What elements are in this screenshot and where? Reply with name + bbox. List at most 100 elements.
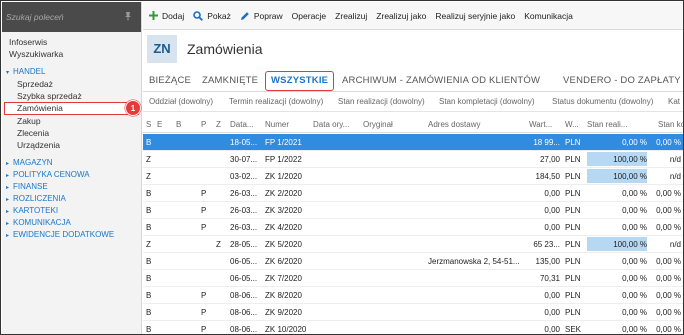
column-header[interactable]: W... <box>565 120 583 129</box>
cell-p: P <box>201 223 207 232</box>
sidebar-item[interactable]: Infoserwis <box>2 36 141 48</box>
table-row[interactable]: Z 30-07... FP 1/2022 27,00 PLN 100,00 % n/d <box>143 151 683 168</box>
communication-button[interactable]: Komunikacja <box>524 11 573 21</box>
column-header[interactable]: Data ory... <box>313 120 359 129</box>
sidebar-item[interactable]: ▸ KOMUNIKACJA <box>2 217 141 229</box>
cell-val: 0,00 <box>544 189 560 198</box>
column-header[interactable]: P <box>201 120 211 129</box>
sidebar-item[interactable]: Sprzedaż <box>2 78 141 90</box>
column-header[interactable]: Z <box>216 120 226 129</box>
add-button[interactable]: Dodaj <box>149 11 184 21</box>
tab-bar: BIEŻĄCE ZAMKNIĘTE WSZYSTKIE ARCHIWUM - ZAMÓ… <box>143 67 683 92</box>
tab-item[interactable]: ZAMKNIĘTE <box>202 71 258 91</box>
cell-s: Z <box>146 240 151 249</box>
fix-button[interactable]: Popraw <box>240 11 283 21</box>
column-header[interactable]: Data... <box>230 120 262 129</box>
table-row[interactable]: B P 08-06... ZK 8/2020 0,00 PLN 0,00 % 0,00 % <box>143 287 683 304</box>
operations-button[interactable]: Operacje <box>292 11 327 21</box>
sidebar-item-label: MAGAZYN <box>13 158 53 167</box>
column-header[interactable]: B <box>176 120 186 129</box>
sidebar-item[interactable]: ▸ MAGAZYN <box>2 157 141 169</box>
table-row[interactable]: B P 08-06... ZK 9/2020 0,00 PLN 0,00 % 0,00 % <box>143 304 683 321</box>
table-row[interactable]: Z 03-02... ZK 1/2020 184,50 PLN 100,00 % n/d <box>143 168 683 185</box>
sidebar-item[interactable]: ▸ KARTOTEKI <box>2 205 141 217</box>
tab-item[interactable]: VENDERO - DO ZAPŁATY <box>563 71 681 91</box>
tab-item[interactable]: BIEŻĄCE <box>149 71 191 91</box>
filter-dropdown[interactable]: Stan kompletacji (dowolny) <box>439 97 535 106</box>
column-header[interactable]: E <box>157 120 167 129</box>
cell-real: 100,00 % <box>613 240 647 249</box>
column-header[interactable]: Stan reali... <box>587 120 645 129</box>
column-header[interactable]: Adres dostawy <box>428 120 518 129</box>
column-header[interactable]: Stan kom... <box>658 120 683 129</box>
sidebar-item[interactable]: Szybka sprzedaż <box>2 90 141 102</box>
sidebar-item[interactable]: Wyszukiwarka <box>2 48 141 60</box>
table-row[interactable]: B P 26-03... ZK 4/2020 0,00 PLN 0,00 % 0,00 % <box>143 219 683 236</box>
table-row[interactable]: B P 26-03... ZK 3/2020 0,00 PLN 0,00 % 0,00 % <box>143 202 683 219</box>
magnifier-icon <box>193 10 204 21</box>
realize-label: Zrealizuj <box>335 10 368 21</box>
table-row[interactable]: B P 08-06... ZK 10/2020 0,00 SEK 0,00 % 0,00 % <box>143 321 683 334</box>
cell-s: B <box>146 291 152 300</box>
sidebar-item[interactable]: Urządzenia <box>2 139 141 151</box>
cell-num: ZK 3/2020 <box>265 206 302 215</box>
pin-icon[interactable] <box>123 11 133 21</box>
sidebar-item[interactable]: ▾ HANDEL <box>2 66 141 78</box>
search-input[interactable] <box>6 9 124 25</box>
column-header[interactable]: Oryginał <box>363 120 423 129</box>
cell-addr: Jerzmanowska 2, 54-51... <box>428 257 520 266</box>
filter-dropdown[interactable]: Oddział (dowolny) <box>149 97 213 106</box>
cell-real: 0,00 % <box>622 223 647 232</box>
cell-s: B <box>146 223 152 232</box>
table-row[interactable]: B 18-05... FP 1/2021 18 99... PLN 0,00 % 0,00 … <box>143 134 683 151</box>
cell-comp: 0,00 % <box>656 257 681 266</box>
sidebar-item[interactable]: Zamówienia <box>4 102 139 115</box>
filter-dropdown[interactable]: Termin realizacji (dowolny) <box>229 97 323 106</box>
table-row[interactable]: Z Z 28-05... ZK 5/2020 65 23... PLN 100,00 % n/… <box>143 236 683 253</box>
sidebar-item[interactable]: ▸ POLITYKA CENOWA <box>2 169 141 181</box>
cell-real: 0,00 % <box>622 291 647 300</box>
filter-dropdown[interactable]: Stan realizacji (dowolny) <box>338 97 425 106</box>
realize-button[interactable]: Zrealizuj <box>335 11 367 21</box>
realize-as-button[interactable]: Zrealizuj jako <box>376 11 426 21</box>
cell-date: 28-05... <box>230 240 258 249</box>
sidebar-item[interactable]: Zlecenia <box>2 127 141 139</box>
cell-val: 0,00 <box>544 223 560 232</box>
cell-cur: PLN <box>565 189 581 198</box>
sidebar-item-label: ROZLICZENIA <box>13 194 66 203</box>
cell-p: P <box>201 189 207 198</box>
filter-dropdown[interactable]: Kat <box>668 97 680 106</box>
cell-num: ZK 2/2020 <box>265 189 302 198</box>
cell-val: 0,00 <box>544 291 560 300</box>
table-row[interactable]: B 06-05... ZK 6/2020 Jerzmanowska 2, 54-51.… <box>143 253 683 270</box>
filter-dropdown[interactable]: Status dokumentu (dowolny) <box>552 97 653 106</box>
caret-right-icon: ▸ <box>6 233 10 239</box>
cell-val: 135,00 <box>535 257 560 266</box>
realize-serial-button[interactable]: Realizuj seryjnie jako <box>435 11 515 21</box>
cell-real: 0,00 % <box>622 325 647 334</box>
toolbar: Dodaj Pokaż Popraw Operacje Zrealizuj Zr… <box>143 2 683 30</box>
sidebar-item-label: FINANSE <box>13 182 48 191</box>
column-header[interactable]: Wart... <box>529 120 557 129</box>
cell-real: 100,00 % <box>613 155 647 164</box>
table-row[interactable]: B 06-05... ZK 7/2020 70,31 PLN 0,00 % 0,00 % <box>143 270 683 287</box>
sidebar-nav: Infoserwis Wyszukiwarka ▾ HANDEL Sprzedaż Szy… <box>2 32 141 241</box>
column-header[interactable]: S <box>146 120 156 129</box>
sidebar-item[interactable]: ▸ FINANSE <box>2 181 141 193</box>
cell-cur: PLN <box>565 257 581 266</box>
tab-item[interactable]: WSZYSTKIE <box>265 71 335 91</box>
sidebar-item[interactable]: ▸ ROZLICZENIA <box>2 193 141 205</box>
sidebar-item[interactable]: Zakup <box>2 115 141 127</box>
realize-serial-label: Realizuj seryjnie jako <box>435 10 516 21</box>
tab-item[interactable]: ARCHIWUM - ZAMÓWIENIA OD KLIENTÓW <box>342 71 540 91</box>
cell-num: ZK 6/2020 <box>265 257 302 266</box>
sidebar-item[interactable]: ▸ EWIDENCJE DODATKOWE <box>2 229 141 241</box>
column-header[interactable]: Numer <box>265 120 309 129</box>
cell-cur: PLN <box>565 155 581 164</box>
cell-date: 03-02... <box>230 172 258 181</box>
sidebar-item-label: KARTOTEKI <box>13 206 59 215</box>
realize-as-label: Zrealizuj jako <box>376 10 427 21</box>
add-label: Dodaj <box>162 10 185 21</box>
table-row[interactable]: B P 26-03... ZK 2/2020 0,00 PLN 0,00 % 0,00 % <box>143 185 683 202</box>
show-button[interactable]: Pokaż <box>193 11 231 21</box>
